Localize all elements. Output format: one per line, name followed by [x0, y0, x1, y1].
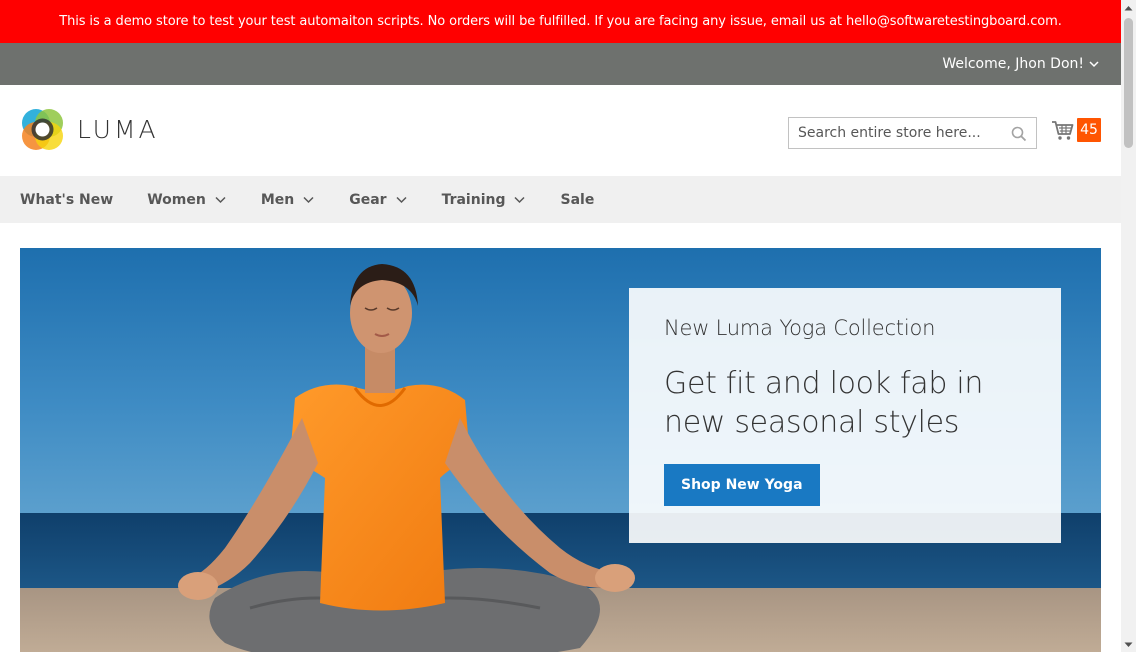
- search-input[interactable]: [789, 125, 999, 141]
- promo-title-line-2: new seasonal styles: [664, 405, 960, 440]
- scrollbar-thumb[interactable]: [1124, 18, 1133, 148]
- chevron-down-icon: [303, 196, 314, 204]
- chevron-down-icon: [396, 196, 407, 204]
- nav-item-label: Women: [147, 191, 206, 208]
- demo-notice-bar: This is a demo store to test your test a…: [0, 0, 1121, 43]
- promo-title: Get fit and look fab in new seasonal sty…: [664, 364, 1026, 442]
- shopping-cart-icon: [1052, 121, 1074, 140]
- customer-welcome-menu[interactable]: Welcome, Jhon Don!: [942, 56, 1100, 72]
- shop-new-yoga-button[interactable]: Shop New Yoga: [664, 464, 820, 506]
- scroll-down-arrow-icon[interactable]: [1121, 637, 1136, 652]
- nav-item-gear[interactable]: Gear: [349, 192, 407, 208]
- nav-item-label: Sale: [560, 191, 595, 208]
- main-navigation: What's New Women Men Gear Training Sale: [0, 176, 1121, 223]
- welcome-text: Welcome, Jhon Don!: [942, 56, 1084, 72]
- nav-item-label: Training: [441, 191, 506, 208]
- page: This is a demo store to test your test a…: [0, 0, 1121, 652]
- vertical-scrollbar[interactable]: [1121, 0, 1136, 652]
- demo-notice-text: This is a demo store to test your test a…: [59, 14, 1062, 29]
- minicart-button[interactable]: 45: [1051, 118, 1101, 142]
- chevron-down-icon: [514, 196, 526, 204]
- chevron-down-icon: [1089, 61, 1099, 68]
- scroll-up-arrow-icon[interactable]: [1121, 0, 1136, 15]
- nav-item-training[interactable]: Training: [442, 192, 527, 208]
- nav-item-whats-new[interactable]: What's New: [20, 192, 113, 208]
- search-box: [788, 117, 1037, 149]
- hero-banner[interactable]: New Luma Yoga Collection Get fit and loo…: [20, 248, 1101, 652]
- promo-subtitle: New Luma Yoga Collection: [664, 316, 936, 340]
- nav-item-sale[interactable]: Sale: [560, 192, 594, 208]
- luma-logo[interactable]: LUMA: [20, 107, 159, 152]
- cart-count-badge: 45: [1077, 118, 1101, 142]
- chevron-down-icon: [215, 196, 226, 204]
- hero-promo-panel: New Luma Yoga Collection Get fit and loo…: [629, 288, 1061, 543]
- logo-text: LUMA: [77, 115, 159, 144]
- luma-logo-icon: [22, 109, 63, 150]
- search-icon[interactable]: [1011, 126, 1027, 142]
- promo-title-line-1: Get fit and look fab in: [664, 366, 984, 401]
- nav-item-women[interactable]: Women: [147, 192, 227, 208]
- nav-item-label: What's New: [20, 191, 114, 208]
- panel-header: Welcome, Jhon Don!: [0, 43, 1121, 85]
- nav-item-men[interactable]: Men: [261, 192, 315, 208]
- nav-item-label: Gear: [349, 191, 387, 208]
- nav-item-label: Men: [260, 191, 295, 208]
- page-header: LUMA 45: [0, 85, 1121, 176]
